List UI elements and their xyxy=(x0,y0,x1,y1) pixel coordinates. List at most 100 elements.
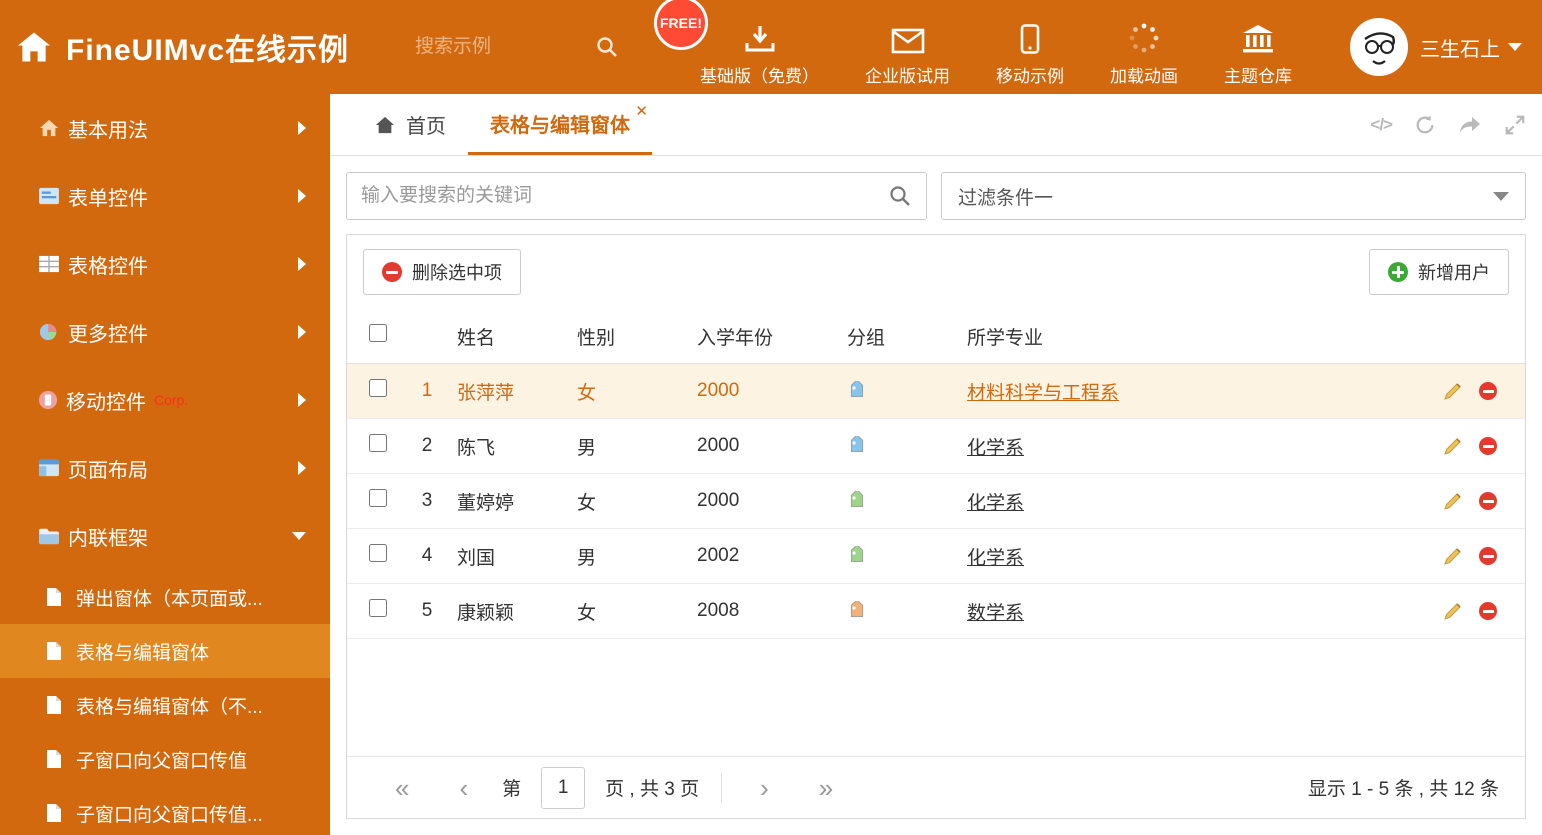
delete-row-button[interactable] xyxy=(1479,382,1497,400)
sidebar-subitem-popup-window[interactable]: 弹出窗体（本页面或... xyxy=(0,570,330,624)
minus-circle-icon xyxy=(382,262,402,282)
search-icon[interactable] xyxy=(595,35,619,59)
header-search[interactable] xyxy=(415,35,630,59)
nav-enterprise-trial[interactable]: 企业版试用 xyxy=(865,8,950,87)
page-prefix: 第 xyxy=(502,779,522,800)
table-row[interactable]: 5 康颖颖 女 2008 数学系 xyxy=(347,584,1525,639)
sidebar: 基本用法 表单控件 表格控件 更多控件 移动控件 Corp. 页面布局 内联框架… xyxy=(0,94,330,835)
row-checkbox[interactable] xyxy=(369,599,387,617)
keyword-search-box[interactable] xyxy=(346,172,927,220)
nav-label: 移动示例 xyxy=(996,66,1064,86)
sidebar-item-mobile-controls[interactable]: 移动控件 Corp. xyxy=(0,366,330,434)
tab-close-icon[interactable] xyxy=(635,102,648,120)
row-checkbox[interactable] xyxy=(369,379,387,397)
filter-select[interactable]: 过滤条件一 xyxy=(941,172,1526,220)
delete-row-button[interactable] xyxy=(1479,547,1497,565)
chevron-right-icon xyxy=(298,325,306,339)
sidebar-subitem-child-to-parent-2[interactable]: 子窗口向父窗口传值... xyxy=(0,786,330,835)
first-page-button[interactable] xyxy=(373,775,431,801)
column-header-year[interactable]: 入学年份 xyxy=(687,323,837,350)
refresh-icon[interactable] xyxy=(1414,114,1436,136)
major-link[interactable]: 化学系 xyxy=(967,438,1024,459)
delete-row-button[interactable] xyxy=(1479,492,1497,510)
tab-bar: 首页 表格与编辑窗体 xyxy=(330,94,1542,156)
table-row[interactable]: 4 刘国 男 2002 化学系 xyxy=(347,529,1525,584)
file-icon xyxy=(46,695,62,715)
search-icon[interactable] xyxy=(888,184,912,208)
cell-gender: 男 xyxy=(577,437,597,459)
nav-loading-animation[interactable]: 加载动画 xyxy=(1110,8,1178,87)
sidebar-subitem-child-to-parent[interactable]: 子窗口向父窗口传值 xyxy=(0,732,330,786)
last-page-button[interactable] xyxy=(797,775,855,801)
cell-gender: 男 xyxy=(577,547,597,569)
chevron-right-icon xyxy=(298,257,306,271)
column-header-major[interactable]: 所学专业 xyxy=(957,323,1405,350)
prev-page-button[interactable] xyxy=(437,775,490,801)
sidebar-item-more-controls[interactable]: 更多控件 xyxy=(0,298,330,366)
column-header-name[interactable]: 姓名 xyxy=(447,323,567,350)
app-title: FineUIMvc在线示例 xyxy=(66,34,350,67)
cell-year: 2000 xyxy=(697,490,740,511)
view-source-icon[interactable] xyxy=(1370,115,1392,135)
sidebar-item-grid-controls[interactable]: 表格控件 xyxy=(0,230,330,298)
sidebar-subitem-grid-edit-window[interactable]: 表格与编辑窗体 xyxy=(0,624,330,678)
tag-icon xyxy=(837,546,957,566)
nav-theme-store[interactable]: 主题仓库 xyxy=(1224,8,1292,87)
share-icon[interactable] xyxy=(1458,115,1482,135)
select-all-checkbox[interactable] xyxy=(369,324,387,342)
sidebar-subitem-grid-edit-window-2[interactable]: 表格与编辑窗体（不... xyxy=(0,678,330,732)
user-menu[interactable]: 三生石上 xyxy=(1350,18,1522,76)
edit-row-button[interactable] xyxy=(1443,491,1463,511)
row-checkbox[interactable] xyxy=(369,544,387,562)
edit-row-button[interactable] xyxy=(1443,436,1463,456)
sidebar-item-inline-frame[interactable]: 内联框架 xyxy=(0,502,330,570)
add-user-button[interactable]: 新增用户 xyxy=(1369,249,1509,295)
page-input[interactable] xyxy=(541,766,586,809)
table-row[interactable]: 3 董婷婷 女 2000 化学系 xyxy=(347,474,1525,529)
tab-tools xyxy=(1370,94,1526,156)
row-checkbox[interactable] xyxy=(369,489,387,507)
cell-name: 张萍萍 xyxy=(457,382,515,404)
nav-basic-free[interactable]: FREE! 基础版（免费） xyxy=(654,0,819,87)
data-table: 姓名 性别 入学年份 分组 所学专业 1 张萍萍 女 2000 材料科学与工程系… xyxy=(347,309,1525,639)
delete-row-button[interactable] xyxy=(1479,602,1497,620)
sidebar-item-form-controls[interactable]: 表单控件 xyxy=(0,162,330,230)
edit-row-button[interactable] xyxy=(1443,546,1463,566)
delete-row-button[interactable] xyxy=(1479,437,1497,455)
row-index: 3 xyxy=(421,490,433,511)
page-suffix: 页 , 共 3 页 xyxy=(605,779,700,800)
chevron-right-icon xyxy=(298,393,306,407)
keyword-search-input[interactable] xyxy=(361,185,888,207)
edit-row-button[interactable] xyxy=(1443,601,1463,621)
form-icon xyxy=(38,187,60,205)
sidebar-item-basic-usage[interactable]: 基本用法 xyxy=(0,94,330,162)
download-icon xyxy=(743,22,777,54)
row-checkbox[interactable] xyxy=(369,434,387,452)
home-tab-icon xyxy=(374,115,396,135)
cell-name: 陈飞 xyxy=(457,437,496,459)
main-content: 首页 表格与编辑窗体 ✕ </> 输入要搜索的关键词 过滤条件一 删除选中项 新… xyxy=(330,94,1542,835)
table-row[interactable]: 1 张萍萍 女 2000 材料科学与工程系 xyxy=(347,364,1525,419)
major-link[interactable]: 化学系 xyxy=(967,493,1024,514)
tab-grid-edit-window[interactable]: 表格与编辑窗体 xyxy=(468,94,652,155)
nav-mobile-demo[interactable]: 移动示例 xyxy=(996,8,1064,87)
brand: FineUIMvc在线示例 xyxy=(0,25,415,69)
next-page-button[interactable] xyxy=(738,775,791,801)
mobile-control-icon xyxy=(38,390,58,410)
delete-selected-button[interactable]: 删除选中项 xyxy=(363,249,521,295)
header-search-input[interactable] xyxy=(415,36,545,58)
pagination-bar: 第 页 , 共 3 页 显示 1 - 5 条 , 共 12 条 xyxy=(347,756,1525,818)
column-header-gender[interactable]: 性别 xyxy=(567,323,687,350)
major-link[interactable]: 数学系 xyxy=(967,603,1024,624)
house-icon xyxy=(38,118,60,138)
tab-home[interactable]: 首页 xyxy=(352,94,468,155)
edit-row-button[interactable] xyxy=(1443,381,1463,401)
major-link[interactable]: 材料科学与工程系 xyxy=(967,383,1119,404)
record-summary: 显示 1 - 5 条 , 共 12 条 xyxy=(1307,779,1499,800)
expand-icon[interactable] xyxy=(1504,114,1526,136)
nav-label: 主题仓库 xyxy=(1224,66,1292,86)
major-link[interactable]: 化学系 xyxy=(967,548,1024,569)
column-header-group[interactable]: 分组 xyxy=(837,323,957,350)
sidebar-item-page-layout[interactable]: 页面布局 xyxy=(0,434,330,502)
table-row[interactable]: 2 陈飞 男 2000 化学系 xyxy=(347,419,1525,474)
